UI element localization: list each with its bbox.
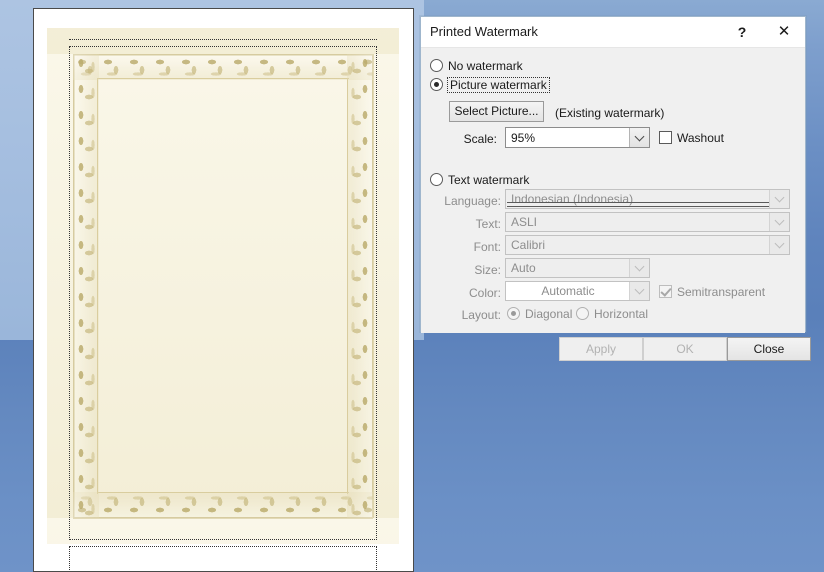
chevron-down-icon[interactable]: [629, 259, 649, 277]
ornament-band-left: [73, 54, 99, 518]
decorative-border-frame: [47, 28, 399, 544]
radio-layout-horizontal-indicator[interactable]: [576, 307, 589, 320]
color-combo[interactable]: Automatic: [505, 281, 650, 301]
apply-button[interactable]: Apply: [559, 337, 643, 361]
checkbox-washout-indicator[interactable]: [659, 131, 672, 144]
radio-layout-diagonal[interactable]: Diagonal: [507, 307, 572, 321]
language-combo[interactable]: Indonesian (Indonesia): [505, 189, 790, 209]
radio-no-watermark-indicator[interactable]: [430, 59, 443, 72]
font-value: Calibri: [511, 238, 546, 252]
ornament-band-top: [73, 54, 373, 80]
ornament-band-bottom: [73, 492, 373, 518]
text-combo[interactable]: ASLI: [505, 212, 790, 232]
text-label: Text:: [475, 217, 501, 231]
size-combo[interactable]: Auto: [505, 258, 650, 278]
radio-layout-horizontal-label: Horizontal: [594, 307, 649, 321]
checkbox-semitransparent-label: Semitransparent: [677, 285, 766, 299]
layout-label: Layout:: [461, 308, 501, 322]
checkbox-semitransparent-indicator[interactable]: [659, 285, 672, 298]
language-ime-underline: [507, 202, 769, 207]
footer-boundary-guide: [69, 546, 377, 571]
radio-layout-diagonal-indicator[interactable]: [507, 307, 520, 320]
checkbox-washout[interactable]: Washout: [659, 131, 724, 145]
radio-picture-watermark[interactable]: Picture watermark: [430, 77, 550, 93]
close-icon[interactable]: ✕: [771, 21, 797, 43]
scale-combo[interactable]: 95%: [505, 127, 650, 148]
language-label: Language:: [444, 194, 501, 208]
dialog-body: No watermark Picture watermark Select Pi…: [421, 48, 811, 361]
text-value: ASLI: [511, 215, 538, 229]
radio-text-watermark[interactable]: Text watermark: [430, 173, 529, 187]
existing-watermark-note: (Existing watermark): [555, 106, 665, 120]
radio-layout-horizontal[interactable]: Horizontal: [576, 307, 648, 321]
size-label: Size:: [474, 263, 501, 277]
dialog-title: Printed Watermark: [430, 24, 538, 39]
select-picture-button[interactable]: Select Picture...: [449, 101, 544, 122]
radio-text-watermark-label: Text watermark: [448, 173, 530, 187]
close-button[interactable]: Close: [727, 337, 811, 361]
radio-no-watermark-label: No watermark: [448, 59, 523, 73]
font-combo[interactable]: Calibri: [505, 235, 790, 255]
radio-text-watermark-indicator[interactable]: [430, 173, 443, 186]
scale-label: Scale:: [463, 132, 497, 146]
radio-layout-diagonal-label: Diagonal: [525, 307, 573, 321]
ornament-band-right: [347, 54, 373, 518]
font-label: Font:: [473, 240, 501, 254]
radio-no-watermark[interactable]: No watermark: [430, 59, 523, 73]
chevron-down-icon[interactable]: [769, 236, 789, 254]
color-value: Automatic: [541, 284, 595, 298]
chevron-down-icon[interactable]: [629, 282, 649, 300]
scale-value: 95%: [511, 130, 536, 145]
help-icon[interactable]: ?: [731, 21, 753, 43]
checkbox-semitransparent[interactable]: Semitransparent: [659, 285, 765, 299]
document-page[interactable]: [34, 9, 413, 571]
chevron-down-icon[interactable]: [769, 190, 789, 208]
color-label: Color:: [468, 286, 501, 300]
chevron-down-icon[interactable]: [769, 213, 789, 231]
radio-picture-watermark-label: Picture watermark: [447, 77, 550, 93]
ok-button[interactable]: OK: [643, 337, 727, 361]
checkbox-washout-label: Washout: [677, 131, 724, 145]
size-value: Auto: [511, 261, 536, 275]
printed-watermark-dialog[interactable]: Printed Watermark ? ✕ No watermark Pictu…: [420, 16, 811, 361]
radio-picture-watermark-indicator[interactable]: [430, 78, 443, 91]
chevron-down-icon[interactable]: [629, 128, 649, 147]
dialog-title-bar: Printed Watermark ? ✕: [421, 17, 805, 48]
document-window[interactable]: [33, 8, 414, 572]
desktop-screen: Printed Watermark ? ✕ No watermark Pictu…: [0, 0, 824, 572]
